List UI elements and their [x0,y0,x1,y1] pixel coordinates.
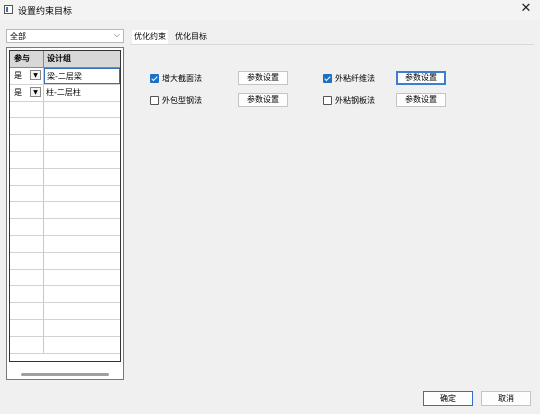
param-settings-button-enlarge-section[interactable]: 参数设置 [238,71,288,85]
table-row-empty [10,101,120,119]
table-frame: 参与 设计组 是 ▼ 梁-二层梁 是 ▼ 柱-二层柱 [9,50,121,362]
column-header-design-group: 设计组 [47,54,71,63]
participate-dropdown-icon[interactable]: ▼ [30,86,41,97]
participate-cell[interactable]: 是 ▼ [10,84,44,101]
design-group-cell[interactable] [44,186,120,202]
participate-cell[interactable] [10,135,44,151]
table-row: 是 ▼ 柱-二层柱 [10,84,120,102]
participate-cell[interactable] [10,185,44,202]
design-group-cell[interactable] [44,337,120,353]
participate-cell[interactable] [10,101,44,118]
param-settings-button-bonded-fiber[interactable]: 参数设置 [396,71,446,85]
tab-optimization-targets[interactable]: 优化目标 [175,30,207,44]
participate-cell[interactable] [10,252,44,269]
design-group-cell[interactable] [44,169,120,185]
checkbox[interactable] [323,74,332,83]
participate-cell[interactable] [10,202,44,219]
table-row-empty [10,286,120,304]
option-label: 增大截面法 [162,74,202,83]
participate-cell[interactable] [10,303,44,319]
design-group-table: 参与 设计组 是 ▼ 梁-二层梁 是 ▼ 柱-二层柱 [6,47,124,380]
table-row-empty [10,319,120,337]
table-header: 参与 设计组 [10,51,120,68]
option-label: 外粘钢板法 [335,96,375,105]
participate-cell[interactable] [10,286,44,303]
app-icon [4,5,13,14]
design-group-cell[interactable] [44,286,120,302]
design-group-cell[interactable] [44,253,120,269]
table-row-empty [10,303,120,320]
participate-cell[interactable] [10,168,44,185]
chevron-down-icon: ⌵ [113,30,120,39]
option-label: 外包型钢法 [162,96,202,105]
design-group-cell[interactable]: 柱-二层柱 [44,85,120,101]
table-row-empty [10,235,120,253]
group-filter-value: 全部 [10,32,26,41]
design-group-cell[interactable] [44,202,120,218]
participate-cell[interactable] [10,235,44,252]
participate-cell[interactable]: 是 ▼ [10,68,44,84]
table-row-empty [10,269,120,287]
table-row-empty [10,202,120,220]
tab-bar: 优化约束 优化目标 [130,30,535,44]
table-row-empty [10,135,120,152]
design-group-cell[interactable] [44,303,120,319]
design-group-cell[interactable] [44,118,120,134]
design-group-value: 柱-二层柱 [46,87,81,97]
participate-value: 是 [14,87,22,97]
table-row-empty [10,185,120,203]
checkbox[interactable] [323,96,332,105]
table-body: 是 ▼ 梁-二层梁 是 ▼ 柱-二层柱 [10,68,120,354]
design-group-cell[interactable] [44,102,120,118]
participate-value: 是 [14,71,22,80]
table-row-empty [10,151,120,169]
group-filter-dropdown[interactable]: 全部 ⌵ [6,29,124,43]
ok-button[interactable]: 确定 [423,391,473,406]
table-row: 是 ▼ 梁-二层梁 [10,68,120,85]
table-row-empty [10,219,120,236]
table-row-empty [10,336,120,354]
column-header-participate: 参与 [10,51,44,67]
participate-cell[interactable] [10,118,44,135]
horizontal-scrollbar[interactable] [21,373,109,376]
design-group-cell[interactable]: 梁-二层梁 [44,68,120,84]
participate-dropdown-icon[interactable]: ▼ [30,70,41,80]
design-group-cell[interactable] [44,320,120,336]
design-group-cell[interactable] [44,270,120,286]
checkbox[interactable] [150,74,159,83]
option-label: 外粘纤维法 [335,74,375,83]
param-settings-button-bonded-steel-plate[interactable]: 参数设置 [396,93,446,107]
participate-cell[interactable] [10,151,44,168]
design-group-value: 梁-二层梁 [47,72,82,81]
param-settings-button-encased-steel[interactable]: 参数设置 [238,93,288,107]
window-title: 设置约束目标 [18,7,73,17]
title-bar: 设置约束目标 ✕ [0,0,540,20]
participate-cell[interactable] [10,269,44,286]
checkbox[interactable] [150,96,159,105]
table-row-empty [10,118,120,136]
design-group-cell[interactable] [44,152,120,168]
design-group-cell[interactable] [44,135,120,151]
tab-optimization-constraints[interactable]: 优化约束 [132,30,168,44]
cancel-button[interactable]: 取消 [481,391,531,406]
close-icon[interactable]: ✕ [518,1,534,17]
participate-cell[interactable] [10,219,44,235]
participate-cell[interactable] [10,319,44,336]
table-row-empty [10,168,120,186]
design-group-cell[interactable] [44,219,120,235]
design-group-cell[interactable] [44,236,120,252]
participate-cell[interactable] [10,336,44,353]
table-row-empty [10,252,120,270]
